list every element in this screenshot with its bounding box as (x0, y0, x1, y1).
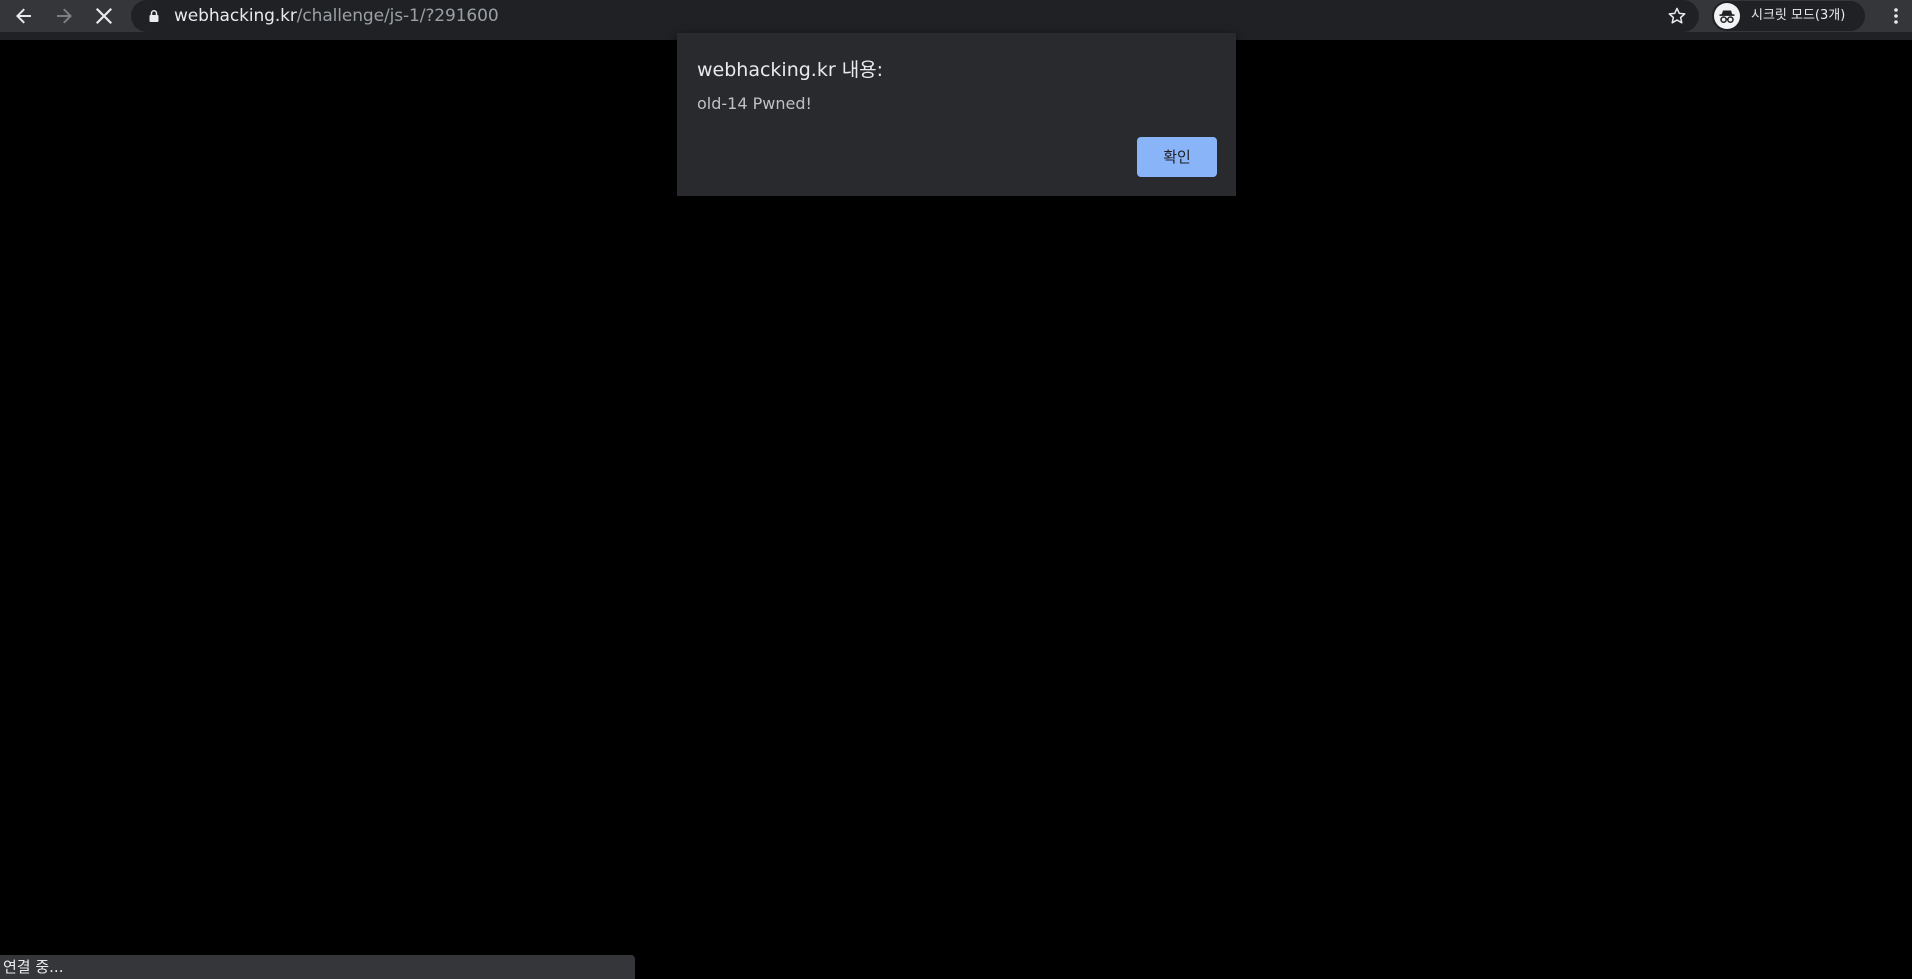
back-button[interactable] (8, 0, 40, 32)
browser-toolbar: webhacking.kr/challenge/js-1/?291600 시크릿… (0, 0, 1912, 32)
kebab-menu-icon (1894, 8, 1898, 24)
arrow-right-icon (57, 8, 72, 24)
alert-title: webhacking.kr 내용: (697, 59, 884, 81)
incognito-icon (1719, 10, 1735, 23)
arrow-left-icon (16, 8, 31, 24)
url-path: /challenge/js-1/?291600 (296, 6, 499, 26)
ok-button[interactable]: 확인 (1137, 137, 1217, 177)
close-icon (95, 7, 113, 25)
incognito-avatar (1714, 3, 1740, 29)
javascript-alert-dialog: webhacking.kr 내용: old-14 Pwned! 확인 (677, 33, 1236, 196)
browser-window: webhacking.kr/challenge/js-1/?291600 시크릿… (0, 0, 1912, 979)
forward-button[interactable] (48, 0, 80, 32)
star-icon[interactable] (1667, 6, 1687, 26)
address-bar[interactable]: webhacking.kr/challenge/js-1/?291600 (131, 0, 1699, 32)
url-host: webhacking.kr (174, 6, 297, 26)
incognito-label: 시크릿 모드(3개) (1751, 8, 1846, 23)
alert-message: old-14 Pwned! (697, 94, 812, 113)
incognito-profile-button[interactable]: 시크릿 모드(3개) (1712, 1, 1865, 31)
lock-icon[interactable] (147, 9, 161, 23)
stop-loading-button[interactable] (88, 0, 120, 32)
browser-menu-button[interactable] (1880, 0, 1912, 32)
status-bubble: 연결 중... (0, 955, 635, 979)
url-text[interactable]: webhacking.kr/challenge/js-1/?291600 (174, 0, 499, 32)
